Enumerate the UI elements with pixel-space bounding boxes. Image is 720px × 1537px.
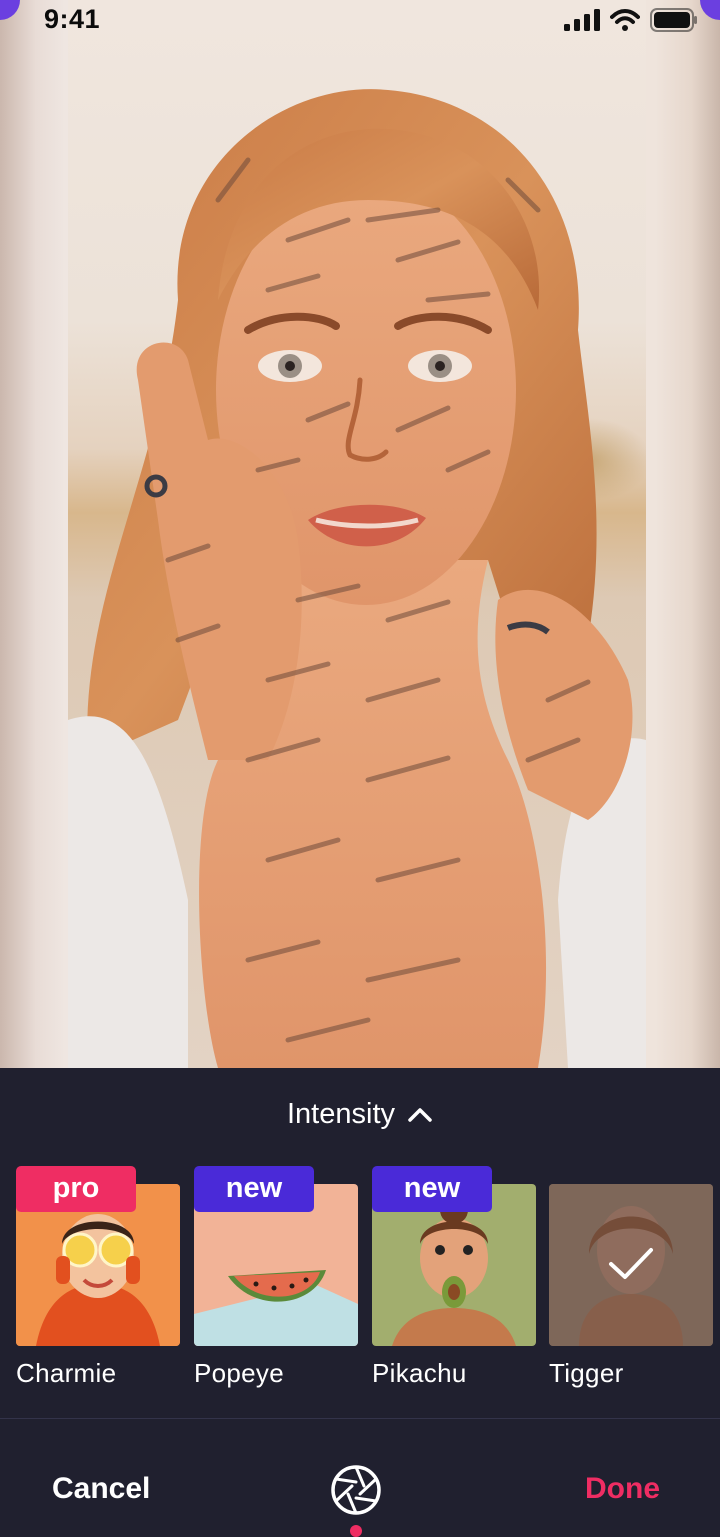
status-bar: 9:41 xyxy=(0,0,720,44)
filter-list: pro Charmie new Popeye new Pikachu Tigge… xyxy=(0,1166,720,1406)
checkmark-icon xyxy=(609,1248,653,1279)
bottom-action-bar: Cancel Done xyxy=(0,1420,720,1537)
filter-item-popeye[interactable]: new Popeye xyxy=(194,1166,358,1406)
intensity-label: Intensity xyxy=(287,1097,395,1130)
filter-item-charmie[interactable]: pro Charmie xyxy=(16,1166,180,1406)
done-button[interactable]: Done xyxy=(585,1472,660,1506)
battery-icon xyxy=(650,8,697,32)
filter-label: Charmie xyxy=(16,1358,117,1388)
filter-label: Tigger xyxy=(549,1358,624,1388)
status-time: 9:41 xyxy=(44,4,101,34)
divider xyxy=(0,1418,720,1419)
active-indicator-dot xyxy=(350,1525,362,1537)
status-icons xyxy=(564,8,698,32)
signal-icon xyxy=(564,9,600,31)
wifi-icon xyxy=(610,9,640,31)
photo-preview-area: 9:41 xyxy=(0,0,720,1068)
chevron-up-icon xyxy=(408,1108,432,1122)
new-badge: new xyxy=(372,1166,492,1212)
filter-panel: Intensity pro Charmie new Popeye new Pik… xyxy=(0,1068,720,1537)
filtered-photo xyxy=(68,0,646,1068)
aperture-button[interactable] xyxy=(330,1464,382,1516)
pro-badge: pro xyxy=(16,1166,136,1212)
filter-label: Pikachu xyxy=(372,1358,467,1388)
cancel-button[interactable]: Cancel xyxy=(52,1472,150,1506)
portrait-illustration xyxy=(68,89,646,1068)
filter-label: Popeye xyxy=(194,1358,284,1388)
filter-item-tigger[interactable]: Tigger xyxy=(549,1166,713,1406)
new-badge: new xyxy=(194,1166,314,1212)
filter-thumbnail xyxy=(549,1184,713,1346)
intensity-toggle[interactable]: Intensity xyxy=(0,1094,720,1134)
aperture-icon xyxy=(331,1465,381,1515)
filter-item-pikachu[interactable]: new Pikachu xyxy=(372,1166,536,1406)
